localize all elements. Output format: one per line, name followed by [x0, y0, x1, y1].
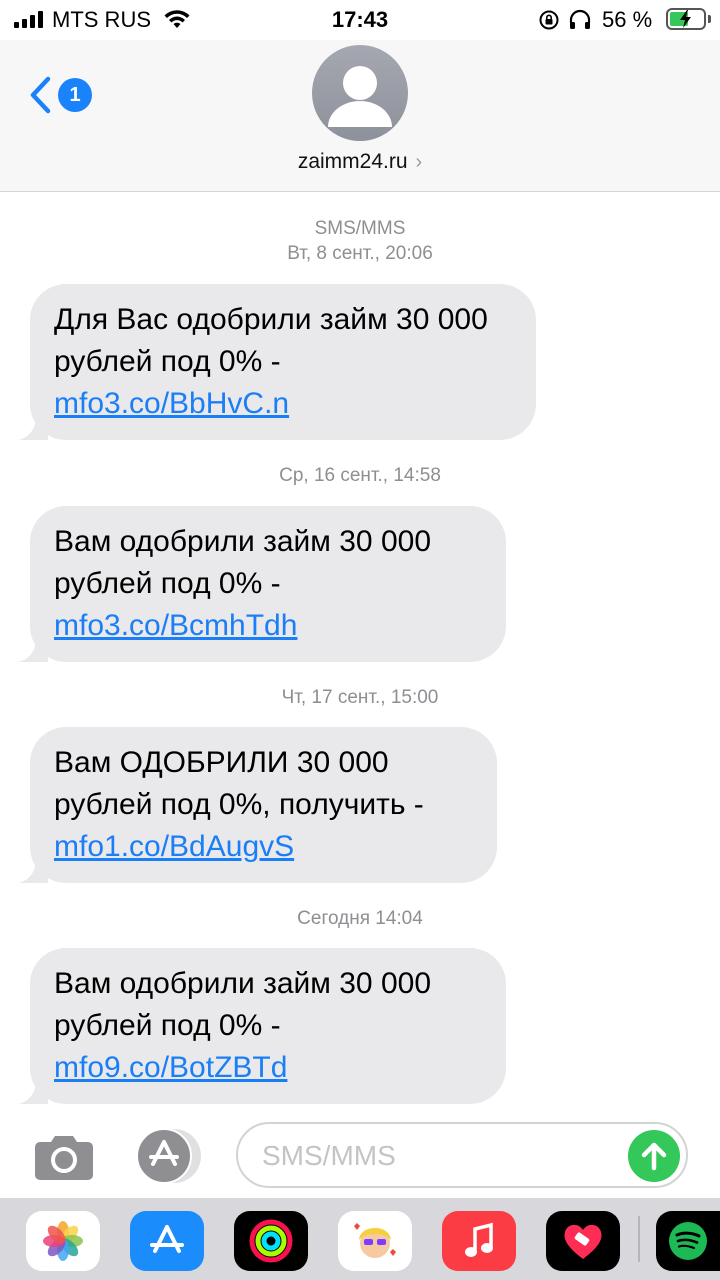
- message-field[interactable]: [236, 1122, 688, 1188]
- message-bubble[interactable]: Для Вас одобрили займ 30 000 рублей под …: [18, 284, 536, 440]
- music-app-icon[interactable]: [442, 1211, 516, 1271]
- rotation-lock-icon: [539, 10, 559, 30]
- message-timestamp: Вт, 8 сент., 20:06: [287, 243, 433, 264]
- contact-name: zaimm24.ru: [297, 150, 408, 173]
- message-timestamp: Сегодня 14:04: [297, 908, 423, 929]
- app-drawer: [0, 1198, 720, 1280]
- photos-app-icon[interactable]: [26, 1211, 100, 1271]
- spotify-app-icon[interactable]: [656, 1211, 720, 1271]
- composer: [0, 1112, 720, 1198]
- message-link[interactable]: mfo3.co/BbHvC.n: [54, 387, 289, 420]
- message-link[interactable]: mfo3.co/BcmhTdh: [54, 609, 297, 642]
- service-label: SMS/MMS: [314, 218, 406, 239]
- app-store-app-icon[interactable]: [130, 1211, 204, 1271]
- send-arrow-icon: [641, 1142, 667, 1171]
- message-bubble[interactable]: Вам одобрили займ 30 000 рублей под 0% -…: [18, 948, 506, 1104]
- back-chevron-icon: [30, 76, 51, 114]
- battery-charging-icon: [666, 8, 706, 30]
- message-text: Вам ОДОБРИЛИ 30 000 рублей под 0%, получ…: [54, 746, 424, 821]
- back-button[interactable]: 1: [28, 70, 98, 120]
- send-button[interactable]: [628, 1130, 680, 1182]
- app-store-icon[interactable]: [136, 1128, 204, 1184]
- drawer-divider: [638, 1216, 640, 1262]
- message-text: Вам одобрили займ 30 000 рублей под 0% -: [54, 525, 432, 600]
- contact-name-button[interactable]: zaimm24.ru ›: [0, 150, 720, 174]
- message-bubble[interactable]: Вам одобрили займ 30 000 рублей под 0% -…: [18, 506, 506, 662]
- battery-percent: 56 %: [602, 7, 653, 32]
- headphones-icon: [569, 9, 591, 29]
- camera-icon[interactable]: [34, 1134, 94, 1180]
- message-text: Для Вас одобрили займ 30 000 рублей под …: [54, 303, 488, 378]
- battery-tip: [708, 15, 711, 23]
- heart-app-icon[interactable]: [546, 1211, 620, 1271]
- chevron-right-icon: ›: [415, 151, 423, 173]
- message-input[interactable]: [262, 1136, 622, 1176]
- unread-badge: 1: [58, 78, 92, 112]
- message-timestamp: Ср, 16 сент., 14:58: [279, 465, 441, 486]
- message-link[interactable]: mfo9.co/BotZBTd: [54, 1051, 287, 1084]
- message-link[interactable]: mfo1.co/BdAugvS: [54, 830, 294, 863]
- memoji-app-icon[interactable]: [338, 1211, 412, 1271]
- activity-app-icon[interactable]: [234, 1211, 308, 1271]
- message-timestamp: Чт, 17 сент., 15:00: [281, 687, 439, 708]
- conversation-header: 1 zaimm24.ru ›: [0, 40, 720, 192]
- status-bar: MTS RUS 17:43 56 %: [0, 0, 720, 40]
- message-text: Вам одобрили займ 30 000 рублей под 0% -: [54, 967, 432, 1042]
- avatar-person-icon[interactable]: [312, 45, 408, 141]
- message-bubble[interactable]: Вам ОДОБРИЛИ 30 000 рублей под 0%, получ…: [18, 727, 497, 883]
